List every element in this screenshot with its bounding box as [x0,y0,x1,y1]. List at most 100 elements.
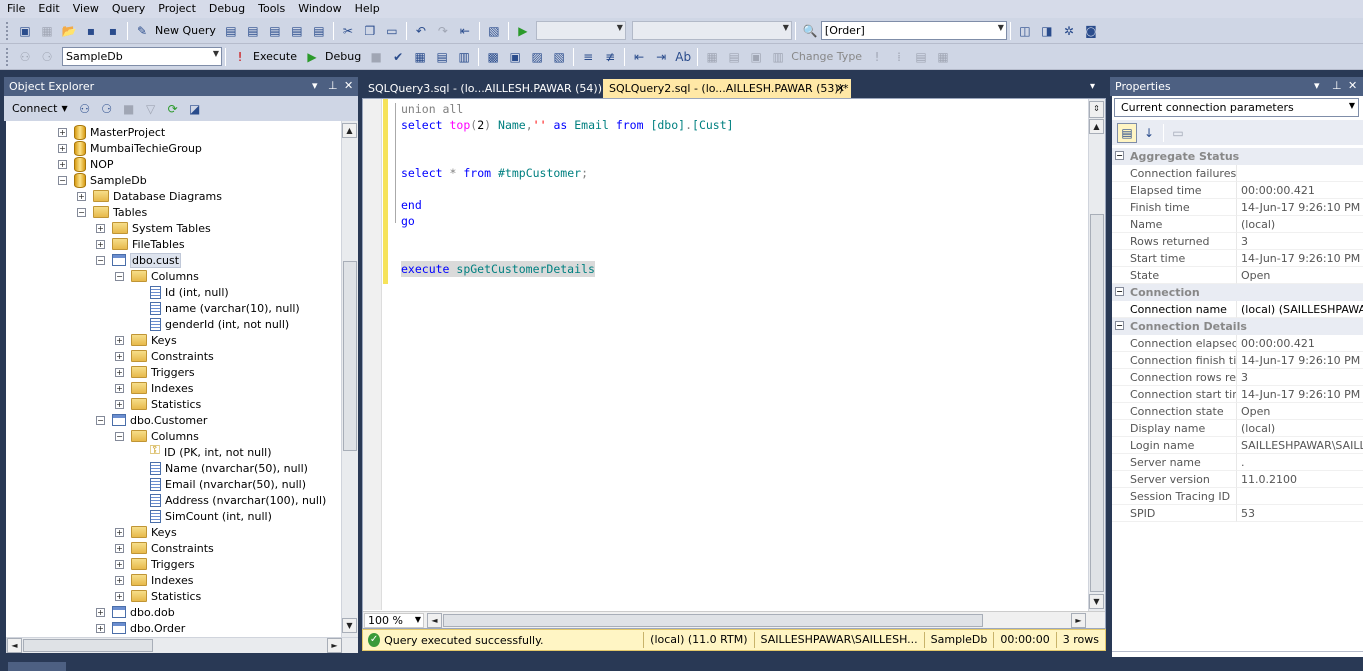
expand-icon[interactable]: + [115,527,124,537]
tree-node[interactable]: − Columns [115,268,199,284]
navigate-back-icon[interactable]: ⇤ [455,21,475,41]
menu-window[interactable]: Window [291,0,347,18]
intellisense-icon[interactable]: ▩ [483,47,503,67]
expand-icon[interactable]: + [115,399,124,409]
tree-node[interactable]: + Keys [115,524,177,540]
parse-icon[interactable]: ✔ [388,47,408,67]
tree-node[interactable]: + dbo.Order [96,620,185,636]
scroll-thumb[interactable] [443,614,983,627]
chevron-down-icon[interactable]: ▼ [61,104,67,113]
tree-node[interactable]: + Triggers [115,364,195,380]
connect-icon[interactable]: ⚇ [15,47,35,67]
editor-vscrollbar[interactable]: ⇕ ▲ ▼ [1088,99,1105,611]
collapse-icon[interactable]: − [1115,151,1124,160]
property-category[interactable]: − Connection Details [1112,318,1363,335]
expand-icon[interactable]: + [58,143,67,153]
expand-icon[interactable]: + [96,607,105,617]
undo-icon[interactable]: ↶ [411,21,431,41]
show-diagram-icon[interactable]: ▥ [768,47,788,67]
tree-node[interactable]: + MasterProject [58,124,165,140]
find-in-files-icon[interactable]: 🔍 [800,21,820,41]
object-explorer-icon[interactable]: ◫ [1015,21,1035,41]
expand-icon[interactable]: + [77,191,86,201]
tree-node[interactable]: Email (nvarchar(50), null) [150,476,306,492]
screenshot-icon[interactable]: ▧ [484,21,504,41]
change-type-button[interactable]: Change Type [791,50,862,63]
menu-help[interactable]: Help [348,0,386,18]
execute-icon[interactable]: ! [230,47,250,67]
scroll-thumb[interactable] [343,261,357,451]
actual-plan-icon[interactable]: ▣ [505,47,525,67]
expand-icon[interactable]: + [115,383,124,393]
expand-icon[interactable]: + [115,543,124,553]
property-row[interactable]: Connection elapsed t 00:00:00.421 [1112,335,1363,352]
expand-icon[interactable]: + [115,575,124,585]
new-query-icon[interactable]: ✎ [132,21,152,41]
save-all-icon[interactable]: ▪ [103,21,123,41]
execute-button[interactable]: Execute [253,50,297,63]
collapse-icon[interactable]: − [115,271,124,281]
debug-icon[interactable]: ▶ [302,47,322,67]
expand-icon[interactable]: + [115,351,124,361]
tree-node[interactable]: + dbo.dob [96,604,175,620]
paste-icon[interactable]: ▭ [382,21,402,41]
debug-button[interactable]: Debug [325,50,361,63]
properties-object-dropdown[interactable]: Current connection parameters ▼ [1114,98,1359,117]
object-explorer-hscrollbar[interactable]: ◄ ► [6,637,358,653]
activity-monitor-icon[interactable]: ◪ [185,99,205,119]
expand-icon[interactable]: + [58,159,67,169]
mdx-query-icon[interactable]: ▤ [243,21,263,41]
pin-icon[interactable]: ⊥ [328,79,338,92]
cancel-query-icon[interactable]: ■ [366,47,386,67]
tree-node-selected[interactable]: − dbo.cust [96,252,182,268]
property-row[interactable]: Connection state Open [1112,403,1363,420]
tree-node[interactable]: ⚿ ID (PK, int, not null) [150,444,272,460]
menu-tools[interactable]: Tools [251,0,291,18]
scroll-left-icon[interactable]: ◄ [427,613,442,628]
display-estimated-plan-icon[interactable]: ▦ [410,47,430,67]
tree-node[interactable]: + FileTables [96,236,185,252]
copy-icon[interactable]: ❐ [360,21,380,41]
toolbar-grip[interactable] [6,21,10,40]
tab-sqlquery2[interactable]: SQLQuery2.sql - (lo...AILLESH.PAWAR (53)… [603,79,851,98]
property-row[interactable]: Connection rows retu 3 [1112,369,1363,386]
property-row[interactable]: Finish time 14-Jun-17 9:26:10 PM [1112,199,1363,216]
template-explorer-icon[interactable]: ◨ [1037,21,1057,41]
expand-icon[interactable]: + [96,239,105,249]
menu-debug[interactable]: Debug [202,0,251,18]
comment-icon[interactable]: ≡ [578,47,598,67]
change-connection-icon[interactable]: ⚆ [37,47,57,67]
tree-node[interactable]: + Keys [115,332,177,348]
results-to-icon[interactable]: ▧ [549,47,569,67]
menu-project[interactable]: Project [151,0,202,18]
new-query-button[interactable]: New Query [155,24,216,37]
split-icon[interactable]: ⇕ [1089,101,1104,118]
window-position-icon[interactable]: ▾ [312,79,318,92]
expand-icon[interactable]: + [115,335,124,345]
tree-node[interactable]: + Indexes [115,380,193,396]
expand-icon[interactable]: + [96,223,105,233]
decrease-indent-icon[interactable]: ⇤ [629,47,649,67]
close-icon[interactable]: ✕ [1348,79,1357,92]
close-icon[interactable]: ✕ [344,79,353,92]
tab-sqlquery3[interactable]: SQLQuery3.sql - (lo...AILLESH.PAWAR (54)… [362,79,608,98]
tree-node[interactable]: + Indexes [115,572,193,588]
property-category[interactable]: − Connection [1112,284,1363,301]
tree-node[interactable]: genderId (int, not null) [150,316,289,332]
scroll-down-icon[interactable]: ▼ [1089,594,1104,609]
expand-icon[interactable]: + [115,591,124,601]
tree-node[interactable]: + System Tables [96,220,211,236]
scroll-down-icon[interactable]: ▼ [342,618,357,633]
property-row[interactable]: SPID 53 [1112,505,1363,522]
tree-node[interactable]: SimCount (int, null) [150,508,272,524]
property-row[interactable]: Elapsed time 00:00:00.421 [1112,182,1363,199]
property-row[interactable]: State Open [1112,267,1363,284]
property-row[interactable]: Name (local) [1112,216,1363,233]
platform-dropdown[interactable]: ▼ [631,21,792,40]
save-icon[interactable]: ▪ [81,21,101,41]
scroll-up-icon[interactable]: ▲ [1089,119,1104,134]
collapse-icon[interactable]: − [58,175,67,185]
dax-query-icon[interactable]: ▤ [309,21,329,41]
available-databases-dropdown[interactable]: SampleDb ▼ [62,47,222,66]
tree-node[interactable]: + NOP [58,156,114,172]
